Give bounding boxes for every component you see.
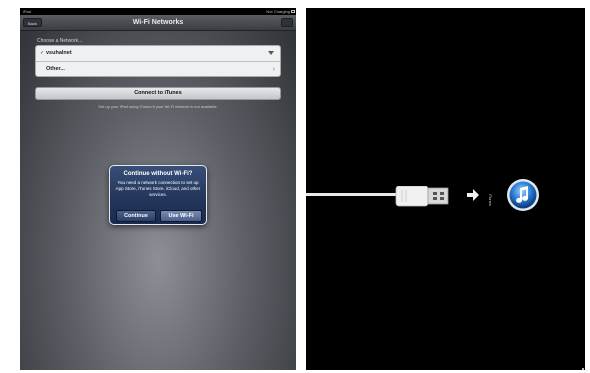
chevron-right-icon: › bbox=[272, 66, 275, 73]
ipad-wifi-setup-screen: iPad Not Charging Back Wi-Fi Networks Ch… bbox=[20, 8, 296, 370]
usb-cable-icon bbox=[306, 186, 449, 207]
page-title: Wi-Fi Networks bbox=[132, 19, 184, 26]
continue-without-wifi-alert: Continue without Wi-Fi? You need a netwo… bbox=[109, 165, 207, 225]
use-wifi-button[interactable]: Use Wi-Fi bbox=[160, 210, 202, 222]
status-bar: iPad Not Charging bbox=[20, 8, 296, 15]
corner-mark bbox=[582, 368, 584, 370]
itunes-label: iTunes bbox=[488, 194, 493, 206]
network-name: Other... bbox=[46, 66, 65, 72]
next-button[interactable] bbox=[281, 18, 293, 27]
arrow-right-icon bbox=[467, 189, 479, 201]
network-list: ✓ vsuhalnet Other... › bbox=[35, 45, 281, 77]
charging-status: Not Charging bbox=[266, 9, 290, 14]
itunes-icon bbox=[507, 179, 539, 211]
connect-to-itunes-screen: iTunes bbox=[306, 8, 585, 370]
navigation-bar: Back Wi-Fi Networks bbox=[20, 15, 296, 31]
alert-message: You need a network connection to set up … bbox=[115, 180, 201, 197]
network-item-other[interactable]: Other... › bbox=[36, 62, 280, 77]
continue-button[interactable]: Continue bbox=[116, 210, 156, 222]
connect-to-itunes-button[interactable]: Connect to iTunes bbox=[35, 87, 281, 100]
choose-network-label: Choose a Network... bbox=[37, 38, 83, 44]
checkmark-icon: ✓ bbox=[40, 50, 45, 56]
alert-title: Continue without Wi-Fi? bbox=[123, 171, 193, 177]
network-item-vsuhalnet[interactable]: ✓ vsuhalnet bbox=[36, 46, 280, 62]
network-name: vsuhalnet bbox=[46, 50, 72, 56]
device-name: iPad bbox=[23, 9, 32, 14]
connect-hint-text: Set up your iPad using iTunes if your Wi… bbox=[98, 104, 218, 109]
battery-icon bbox=[291, 10, 295, 13]
wifi-icon bbox=[268, 51, 274, 55]
